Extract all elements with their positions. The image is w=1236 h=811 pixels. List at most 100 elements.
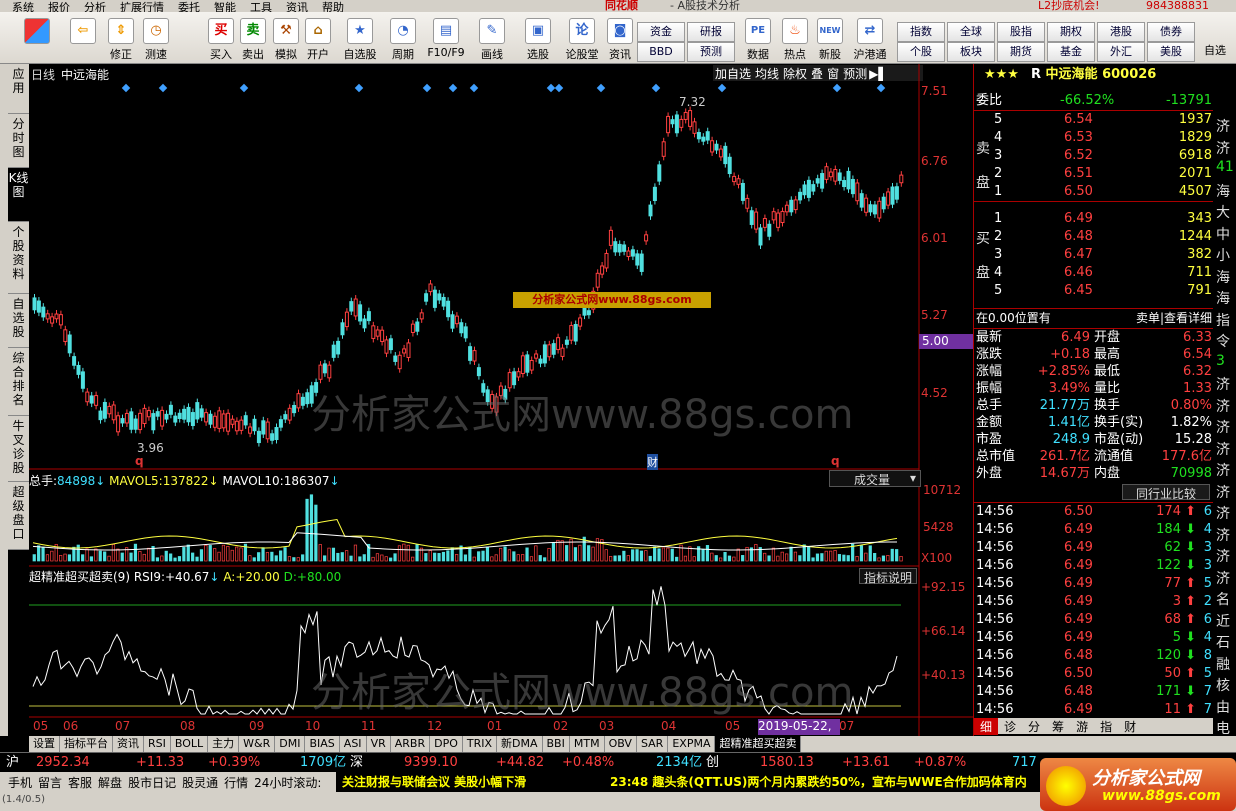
volume-bar <box>815 553 820 562</box>
hot-button[interactable]: ♨ 热点 <box>779 14 811 62</box>
menu-item[interactable]: 委托 <box>178 2 200 12</box>
news-strip-char: 济 <box>1216 441 1230 458</box>
grid-btn-stocks[interactable]: 个股 <box>897 42 945 62</box>
tab-intraday[interactable]: 分时图 <box>8 114 29 168</box>
menu-item[interactable]: 扩展行情 <box>120 2 164 12</box>
indicator-tab[interactable]: VR <box>367 736 391 752</box>
indicator-tab[interactable]: BOLL <box>171 736 209 752</box>
menu-item[interactable]: 智能 <box>214 2 236 12</box>
news-ticker-2[interactable]: 23:48 趣头条(QTT.US)两个月内累跌约50%，宣布与WWE合作加码体育… <box>610 772 1060 792</box>
indicator-tab[interactable]: 超精准超买超卖 <box>715 736 802 752</box>
forecast-button[interactable]: 预测 <box>687 42 735 62</box>
watchlist-button[interactable]: ★ 自选股 <box>340 14 380 62</box>
tab-diagnosis[interactable]: 牛叉诊股 <box>8 416 29 482</box>
indicator-tab[interactable]: 资讯 <box>113 736 144 752</box>
status-item[interactable]: 解盘 <box>98 776 122 790</box>
candle-body <box>208 413 213 425</box>
kline-chart-area[interactable]: 日线 中远海能 加自选 均线 除权叠窗预测 ▶▌ 分析家公式网www.88gs.com… <box>29 64 973 749</box>
news-ticker-1[interactable]: 关注财报与联储会议 美股小幅下滑 <box>336 772 610 792</box>
quote-tab[interactable]: 分 <box>1022 718 1046 735</box>
quote-tab[interactable]: 游 <box>1070 718 1094 735</box>
grid-btn-options[interactable]: 期权 <box>1047 22 1095 42</box>
grid-btn-funds[interactable]: 基金 <box>1047 42 1095 62</box>
fix-button[interactable]: ⇕ 修正 <box>106 14 136 62</box>
volume-indicator-select[interactable]: 成交量 ▾ <box>829 470 921 487</box>
indicator-tab[interactable]: TRIX <box>463 736 498 752</box>
grid-btn-bonds[interactable]: 债券 <box>1147 22 1195 42</box>
indicator-tab[interactable]: 设置 <box>29 736 60 752</box>
promo-link[interactable]: L2抄底机会! <box>1038 0 1100 11</box>
speedtest-button[interactable]: ◷ 测速 <box>140 14 172 62</box>
indicator-tab[interactable]: RSI <box>144 736 171 752</box>
menu-item[interactable]: 资讯 <box>286 2 308 12</box>
grid-btn-futures-index[interactable]: 股指 <box>997 22 1045 42</box>
news-button[interactable]: ◙ 资讯 <box>604 14 636 62</box>
grid-btn-forex[interactable]: 外汇 <box>1097 42 1145 62</box>
menu-item[interactable]: 报价 <box>48 2 70 12</box>
grid-btn-hk[interactable]: 港股 <box>1097 22 1145 42</box>
indicator-tab[interactable]: OBV <box>605 736 637 752</box>
back-button[interactable]: ⇦ <box>66 14 100 62</box>
grid-btn-global[interactable]: 全球 <box>947 22 995 42</box>
research-button[interactable]: 研报 <box>687 22 735 42</box>
f10-button[interactable]: ▤ F10/F9 <box>426 14 466 62</box>
draw-button[interactable]: ✎ 画线 <box>474 14 510 62</box>
simulate-button[interactable]: ⚒ 模拟 <box>270 14 302 62</box>
indicator-tab[interactable]: 主力 <box>208 736 240 752</box>
tab-apps[interactable]: 应用 <box>8 64 29 114</box>
menu-item[interactable]: 帮助 <box>322 2 344 12</box>
industry-compare-button[interactable]: 同行业比较 <box>1122 484 1210 501</box>
indicator-tab[interactable]: ASI <box>340 736 367 752</box>
quote-tab[interactable]: 指 <box>1094 718 1118 735</box>
volume-bar <box>32 554 36 562</box>
indicator-tab[interactable]: W&R <box>239 736 276 752</box>
grid-btn-futures[interactable]: 期货 <box>997 42 1045 62</box>
detail-link[interactable]: 卖单|查看详细 <box>1136 309 1212 327</box>
tab-watchlist[interactable]: 自选股 <box>8 294 29 348</box>
layout-button[interactable] <box>20 14 54 62</box>
tab-profile[interactable]: 个股资料 <box>8 222 29 294</box>
candle-body <box>98 410 103 421</box>
stock-picker-button[interactable]: ▣ 选股 <box>520 14 556 62</box>
cycle-button[interactable]: ◔ 周期 <box>385 14 421 62</box>
indicator-tab[interactable]: 指标平台 <box>60 736 113 752</box>
data-button[interactable]: PE 数据 <box>742 14 774 62</box>
sell-button[interactable]: 卖卖出 <box>238 14 268 62</box>
bbd-button[interactable]: BBD <box>637 42 685 62</box>
status-item[interactable]: 股市日记 <box>128 776 176 790</box>
status-item[interactable]: 股灵通 <box>182 776 218 790</box>
indicator-tab[interactable]: EXPMA <box>668 736 716 752</box>
menu-item[interactable]: 工具 <box>250 2 272 12</box>
status-item[interactable]: 行情 <box>224 776 248 790</box>
tab-kline[interactable]: K线图 <box>8 168 29 222</box>
status-item[interactable]: 客服 <box>68 776 92 790</box>
indicator-tab[interactable]: DPO <box>430 736 463 752</box>
grid-btn-us[interactable]: 美股 <box>1147 42 1195 62</box>
indicator-tab[interactable]: BBI <box>543 736 570 752</box>
tab-super-panel[interactable]: 超级盘口 <box>8 482 29 550</box>
open-account-button[interactable]: ⌂ 开户 <box>303 14 333 62</box>
grid-btn-sectors[interactable]: 板块 <box>947 42 995 62</box>
indicator-tab[interactable]: BIAS <box>305 736 340 752</box>
quote-tab[interactable]: 细 <box>974 718 999 735</box>
hk-connect-button[interactable]: ⇄ 沪港通 <box>850 14 890 62</box>
ipo-button[interactable]: NEW 新股 <box>814 14 846 62</box>
forum-button[interactable]: 论论股堂 <box>562 14 602 62</box>
indicator-tab[interactable]: SAR <box>637 736 669 752</box>
indicator-help-button[interactable]: 指标说明 <box>859 568 917 585</box>
quote-tab[interactable]: 诊 <box>998 718 1022 735</box>
indicator-tab[interactable]: MTM <box>570 736 605 752</box>
grid-btn-index[interactable]: 指数 <box>897 22 945 42</box>
status-item[interactable]: 手机 <box>8 776 32 790</box>
tab-ranking[interactable]: 综合排名 <box>8 348 29 416</box>
menu-item[interactable]: 系统 <box>12 2 34 12</box>
quote-tab[interactable]: 财 <box>1118 718 1142 735</box>
quote-tab[interactable]: 筹 <box>1046 718 1070 735</box>
indicator-tab[interactable]: 新DMA <box>497 736 543 752</box>
indicator-tab[interactable]: ARBR <box>391 736 431 752</box>
buy-button[interactable]: 买买入 <box>206 14 236 62</box>
menu-item[interactable]: 分析 <box>84 2 106 12</box>
status-item[interactable]: 留言 <box>38 776 62 790</box>
indicator-tab[interactable]: DMI <box>275 736 306 752</box>
capital-button[interactable]: 资金 <box>637 22 685 42</box>
